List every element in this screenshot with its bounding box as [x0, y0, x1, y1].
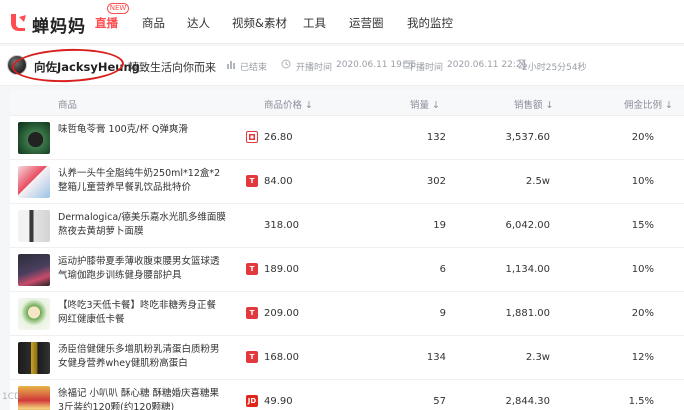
product-thumbnail[interactable]: [18, 386, 50, 410]
nav-item-tools[interactable]: 工具: [303, 15, 326, 31]
nav-item-video-material[interactable]: 视频&素材: [232, 15, 287, 31]
bar-chart-icon: [227, 61, 235, 69]
top-navigation-bar: 蝉妈妈 直播 NEW 商品 达人 视频&素材 工具 运营圈 我的监控: [0, 0, 684, 44]
product-name[interactable]: 汤臣倍健健乐多增肌粉乳清蛋白质粉男女健身营养whey健肌粉高蛋白: [58, 343, 228, 371]
product-sales: 134: [426, 352, 446, 363]
product-name[interactable]: 【咚吃3天低卡餐】咚吃非糖秀身正餐 网红健康低卡餐: [58, 299, 228, 327]
product-amount: 3,537.60: [505, 132, 550, 143]
table-header: 商品 商品价格 ↓ 销量 ↓ 销售额 ↓ 佣金比例 ↓: [10, 90, 684, 116]
table-row[interactable]: 【咚吃3天低卡餐】咚吃非糖秀身正餐 网红健康低卡餐 T 209.00 9 1,8…: [10, 293, 684, 336]
product-price: 209.00: [264, 308, 299, 319]
table-row[interactable]: 徐福记 小叭叭 酥心糖 酥糖婚庆喜糖果 3斤装约120颗(约120颗糖) JD …: [10, 381, 684, 410]
header-price[interactable]: 商品价格 ↓: [264, 97, 313, 111]
commission-rate: 10%: [631, 176, 654, 187]
nav-item-products[interactable]: 商品: [142, 15, 165, 31]
product-name[interactable]: 味哲龟苓膏 100克/杯 Q弹爽滑: [58, 123, 228, 137]
commission-rate: 15%: [631, 220, 654, 231]
commission-rate: 20%: [631, 132, 654, 143]
product-amount: 2,844.30: [505, 396, 550, 407]
brand-logo[interactable]: 蝉妈妈: [8, 9, 104, 37]
live-status: 已结束: [240, 63, 268, 73]
commission-rate: 20%: [631, 308, 654, 319]
header-product: 商品: [58, 100, 78, 111]
table-row[interactable]: 汤臣倍健健乐多增肌粉乳清蛋白质粉男女健身营养whey健肌粉高蛋白 T 168.0…: [10, 337, 684, 380]
platform-icon-tmall: T: [246, 175, 258, 187]
product-thumbnail[interactable]: [18, 210, 50, 242]
brand-name: 蝉妈妈: [32, 17, 86, 37]
product-name[interactable]: 认养一头牛全脂纯牛奶250ml*12盒*2整箱儿童营养早餐乳饮品批特价: [58, 167, 228, 195]
start-label: 开播时间: [296, 63, 333, 73]
product-price: 168.00: [264, 352, 299, 363]
header-sales[interactable]: 销量 ↓: [410, 97, 440, 111]
product-name[interactable]: Dermalogica/德美乐嘉水光肌多维面膜 熬夜去黄胡萝卜面膜: [58, 211, 228, 239]
product-thumbnail[interactable]: [18, 254, 50, 286]
product-price: 49.90: [264, 396, 293, 407]
platform-icon-tmall: T: [246, 307, 258, 319]
product-sales: 57: [433, 396, 446, 407]
platform-icon-pdd: [246, 131, 258, 143]
product-amount: 2.5w: [525, 176, 550, 187]
end-label: 下播时间: [407, 63, 444, 73]
product-price: 26.80: [264, 132, 293, 143]
commission-rate: 10%: [631, 264, 654, 275]
table-row[interactable]: 运动护膝带夏季薄收腹束腰男女篮球透气瑜伽跑步训练健身腰部护具 T 189.00 …: [10, 249, 684, 292]
product-thumbnail[interactable]: [18, 342, 50, 374]
product-price: 84.00: [264, 176, 293, 187]
product-price: 318.00: [264, 220, 299, 231]
product-name[interactable]: 运动护膝带夏季薄收腹束腰男女篮球透气瑜伽跑步训练健身腰部护具: [58, 255, 228, 283]
new-badge: NEW: [107, 3, 129, 14]
platform-icon-tmall: T: [246, 263, 258, 275]
table-row[interactable]: 味哲龟苓膏 100克/杯 Q弹爽滑 26.80 132 3,537.60 20%: [10, 117, 684, 160]
product-thumbnail[interactable]: [18, 122, 50, 154]
live-duration: 2小时25分54秒: [522, 63, 587, 73]
nav-item-operations[interactable]: 运营圈: [349, 15, 384, 31]
product-amount: 1,881.00: [505, 308, 550, 319]
nav-item-influencers[interactable]: 达人: [187, 15, 210, 31]
platform-icon-jd: JD: [246, 395, 258, 407]
product-amount: 1,134.00: [505, 264, 550, 275]
product-sales: 9: [439, 308, 446, 319]
header-amount[interactable]: 销售额 ↓: [514, 97, 553, 111]
product-amount: 6,042.00: [505, 220, 550, 231]
nav-item-live[interactable]: 直播: [95, 15, 118, 31]
product-thumbnail[interactable]: [18, 166, 50, 198]
product-sales: 19: [433, 220, 446, 231]
product-sales: 6: [439, 264, 446, 275]
highlight-ellipse: [11, 47, 125, 84]
table-row[interactable]: 认养一头牛全脂纯牛奶250ml*12盒*2整箱儿童营养早餐乳饮品批特价 T 84…: [10, 161, 684, 204]
live-title: 精致生活向你而来: [128, 61, 216, 74]
clock-icon: [281, 59, 291, 69]
header-commission-rate[interactable]: 佣金比例 ↓: [624, 97, 673, 111]
product-amount: 2.3w: [525, 352, 550, 363]
product-thumbnail[interactable]: [18, 298, 50, 330]
commission-rate: 1.5%: [628, 396, 654, 407]
product-sales: 302: [426, 176, 446, 187]
commission-rate: 12%: [631, 352, 654, 363]
end-time: 2020.06.11 22:21: [447, 60, 528, 70]
nav-item-my-monitor[interactable]: 我的监控: [407, 15, 453, 31]
product-sales: 132: [426, 132, 446, 143]
table-row[interactable]: Dermalogica/德美乐嘉水光肌多维面膜 熬夜去黄胡萝卜面膜 318.00…: [10, 205, 684, 248]
watermark: 1CD: [2, 392, 21, 402]
chanmama-logo-icon: [11, 14, 26, 31]
product-table: 商品 商品价格 ↓ 销量 ↓ 销售额 ↓ 佣金比例 ↓ 味哲龟苓膏 100克/杯…: [10, 90, 684, 410]
product-price: 189.00: [264, 264, 299, 275]
live-info-bar: 向佐JacksyHeung 精致生活向你而来 已结束 开播时间 2020.06.…: [0, 46, 684, 86]
product-name[interactable]: 徐福记 小叭叭 酥心糖 酥糖婚庆喜糖果 3斤装约120颗(约120颗糖): [58, 387, 228, 410]
platform-icon-tmall: T: [246, 351, 258, 363]
